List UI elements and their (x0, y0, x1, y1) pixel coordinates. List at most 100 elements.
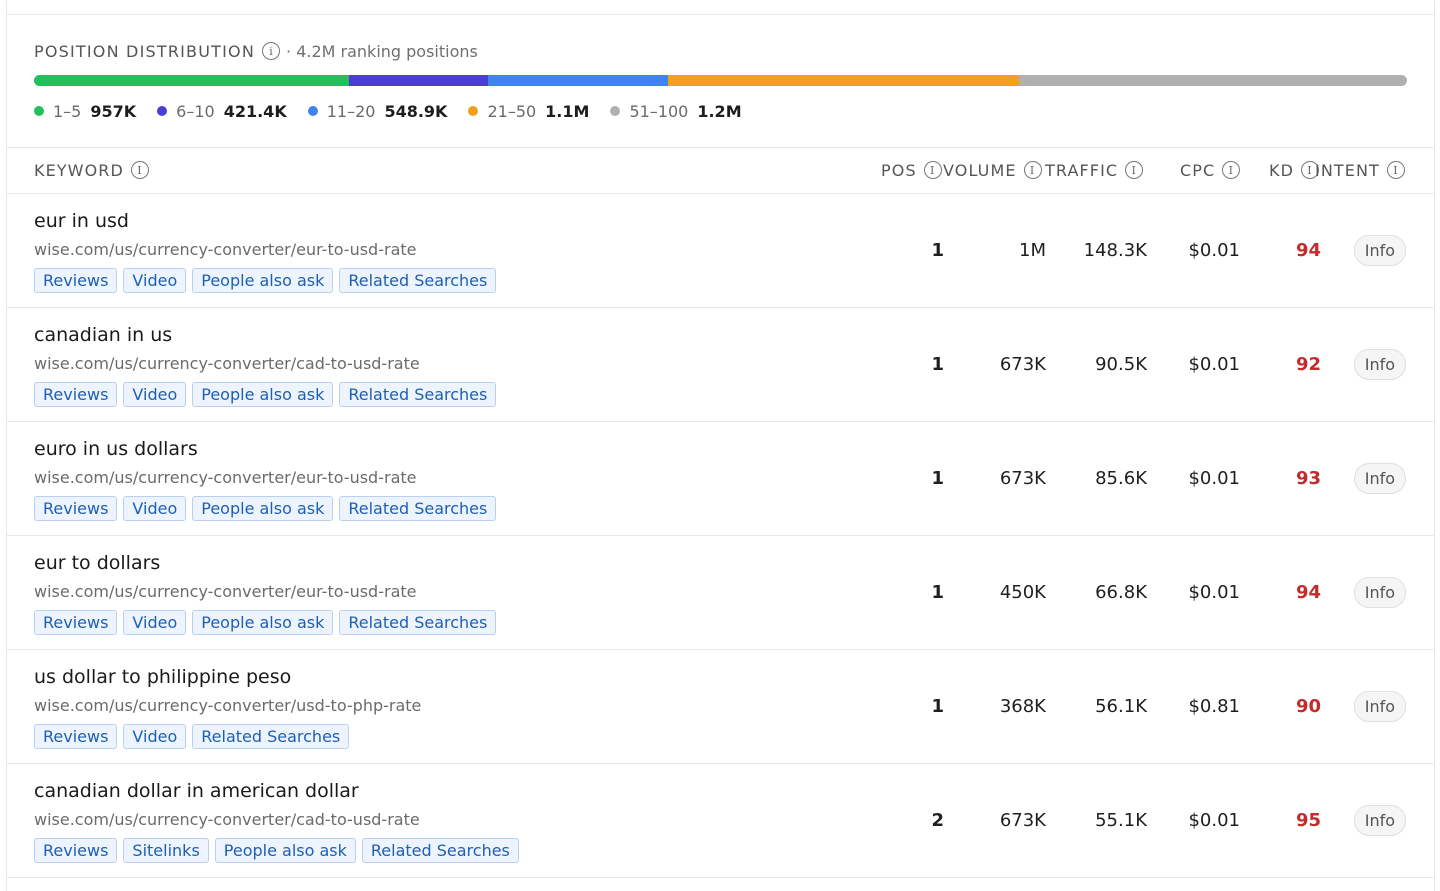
traffic-value: 148.3K (1083, 240, 1147, 261)
intent-badge[interactable]: Info (1353, 463, 1406, 494)
serp-feature-tag[interactable]: People also ask (214, 838, 356, 863)
info-icon[interactable]: i (1386, 161, 1405, 179)
info-icon[interactable]: i (923, 161, 942, 179)
serp-feature-tag[interactable]: Related Searches (339, 382, 497, 407)
keyword-text[interactable]: eur to dollars (34, 552, 160, 574)
legend-dot-icon (34, 106, 44, 116)
cpc-value: $0.01 (1188, 240, 1240, 261)
intent-badge[interactable]: Info (1353, 691, 1406, 722)
column-header-traffic[interactable]: TRAFFIC i (1045, 159, 1144, 181)
column-header-pos[interactable]: POS i (881, 159, 942, 181)
distribution-segment (348, 75, 488, 86)
keyword-url[interactable]: wise.com/us/currency-converter/cad-to-us… (34, 354, 420, 373)
column-header-intent[interactable]: INTENT i (1315, 159, 1405, 181)
keyword-url[interactable]: wise.com/us/currency-converter/cad-to-us… (34, 810, 420, 829)
keyword-url[interactable]: wise.com/us/currency-converter/eur-to-us… (34, 240, 416, 259)
column-header-volume[interactable]: VOLUME i (943, 159, 1042, 181)
info-icon[interactable]: i (130, 161, 149, 179)
keyword-text[interactable]: us dollar to philippine peso (34, 666, 291, 688)
serp-feature-tag[interactable]: Sitelinks (123, 838, 209, 863)
keywords-panel: POSITION DISTRIBUTION i · 4.2M ranking p… (6, 0, 1435, 891)
keyword-url[interactable]: wise.com/us/currency-converter/usd-to-ph… (34, 696, 421, 715)
table-row[interactable]: eur in usd wise.com/us/currency-converter… (7, 194, 1434, 308)
serp-feature-tag[interactable]: Video (123, 268, 187, 293)
cpc-value: $0.01 (1188, 810, 1240, 831)
position-value: 2 (931, 810, 944, 831)
serp-feature-tag[interactable]: Related Searches (361, 838, 519, 863)
keyword-text[interactable]: eur in usd (34, 210, 129, 232)
cpc-value: $0.81 (1188, 696, 1240, 717)
distribution-title: POSITION DISTRIBUTION (34, 41, 256, 61)
table-header: KEYWORD i POS i VOLUME i TRAFFIC i CPC i… (7, 148, 1434, 193)
table-row[interactable]: euro in us dollars wise.com/us/currency-c… (7, 422, 1434, 536)
serp-feature-tag[interactable]: Related Searches (339, 268, 497, 293)
column-label: TRAFFIC (1045, 160, 1119, 180)
intent-badge[interactable]: Info (1353, 805, 1406, 836)
intent-badge[interactable]: Info (1353, 577, 1406, 608)
serp-feature-tag[interactable]: Reviews (34, 724, 118, 749)
serp-feature-tag[interactable]: Related Searches (192, 724, 350, 749)
keyword-text[interactable]: canadian in us (34, 324, 172, 346)
kd-value: 95 (1295, 810, 1321, 831)
column-label: KD (1269, 160, 1295, 180)
info-icon[interactable]: i (1023, 161, 1042, 179)
serp-feature-tag[interactable]: Related Searches (339, 610, 497, 635)
table-row[interactable]: eur to dollars wise.com/us/currency-conve… (7, 536, 1434, 650)
serp-feature-tag[interactable]: Reviews (34, 382, 118, 407)
distribution-legend: 1–5 957K 6–10 421.4K 11–20 548.9K 21–50 1.1M 51–… (34, 100, 763, 122)
serp-feature-tag[interactable]: Video (123, 382, 187, 407)
legend-value: 1.2M (697, 101, 742, 121)
serp-feature-tag[interactable]: Reviews (34, 268, 118, 293)
volume-value: 450K (999, 582, 1046, 603)
serp-feature-tag[interactable]: Video (123, 610, 187, 635)
info-icon[interactable]: i (262, 42, 281, 60)
legend-item: 21–50 1.1M (468, 102, 589, 121)
legend-item: 51–100 1.2M (610, 101, 742, 121)
legend-range: 51–100 (629, 101, 689, 121)
traffic-value: 66.8K (1095, 582, 1147, 603)
position-value: 1 (931, 240, 944, 261)
info-icon[interactable]: i (1222, 161, 1241, 179)
intent-badge[interactable]: Info (1353, 235, 1406, 266)
table-row[interactable]: canadian in us wise.com/us/currency-conve… (7, 308, 1434, 422)
distribution-subtitle: · 4.2M ranking positions (286, 41, 478, 61)
traffic-value: 90.5K (1095, 354, 1147, 375)
legend-value: 548.9K (384, 101, 448, 121)
column-header-kd[interactable]: KD i (1269, 159, 1320, 181)
column-header-keyword[interactable]: KEYWORD i (34, 159, 149, 181)
legend-range: 11–20 (326, 101, 376, 121)
column-header-cpc[interactable]: CPC i (1180, 159, 1241, 181)
serp-feature-tag[interactable]: People also ask (192, 268, 334, 293)
keyword-text[interactable]: euro in us dollars (34, 438, 198, 460)
table-row[interactable]: canadian dollar in american dollar wise.c… (7, 764, 1434, 878)
volume-value: 368K (999, 696, 1046, 717)
legend-value: 1.1M (545, 101, 590, 121)
kd-value: 92 (1295, 354, 1321, 375)
serp-feature-tags: Reviews Video People also ask Related Searc… (34, 382, 502, 407)
table-row[interactable]: us dollar to philippine peso wise.com/us/… (7, 650, 1434, 764)
legend-item: 11–20 548.9K (307, 101, 448, 121)
kd-value: 94 (1295, 240, 1321, 261)
legend-value: 957K (90, 101, 137, 121)
info-icon[interactable]: i (1125, 161, 1144, 179)
keyword-url[interactable]: wise.com/us/currency-converter/eur-to-us… (34, 468, 416, 487)
keyword-text[interactable]: canadian dollar in american dollar (34, 780, 359, 802)
volume-value: 673K (999, 468, 1046, 489)
intent-badge[interactable]: Info (1353, 349, 1406, 380)
serp-feature-tags: Reviews Sitelinks People also ask Related S… (34, 838, 525, 863)
legend-value: 421.4K (223, 101, 287, 121)
serp-feature-tag[interactable]: Reviews (34, 496, 118, 521)
serp-feature-tag[interactable]: Video (123, 724, 187, 749)
serp-feature-tag[interactable]: Related Searches (339, 496, 497, 521)
serp-feature-tag[interactable]: People also ask (192, 382, 334, 407)
serp-feature-tag[interactable]: People also ask (192, 496, 334, 521)
serp-feature-tag[interactable]: Video (123, 496, 187, 521)
volume-value: 673K (999, 810, 1046, 831)
serp-feature-tag[interactable]: Reviews (34, 610, 118, 635)
kd-value: 90 (1295, 696, 1321, 717)
serp-feature-tag[interactable]: People also ask (192, 610, 334, 635)
serp-feature-tags: Reviews Video People also ask Related Searc… (34, 610, 502, 635)
serp-feature-tag[interactable]: Reviews (34, 838, 118, 863)
keyword-url[interactable]: wise.com/us/currency-converter/eur-to-us… (34, 582, 416, 601)
column-label: VOLUME (943, 160, 1017, 180)
